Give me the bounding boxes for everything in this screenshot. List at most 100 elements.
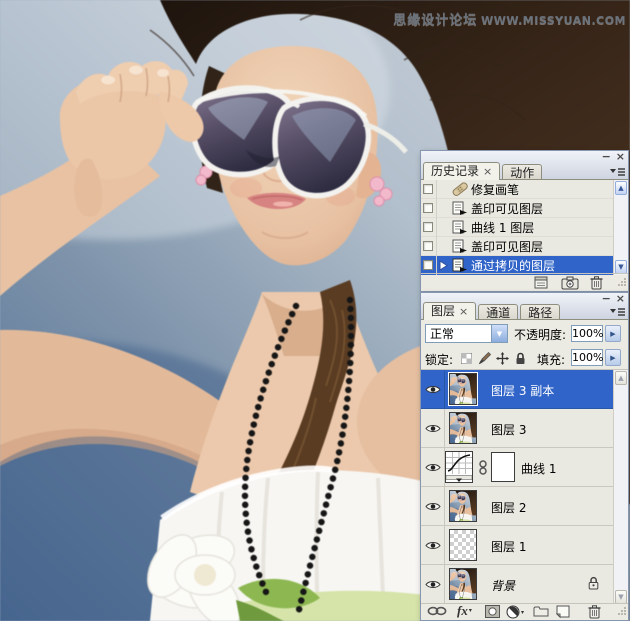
layer-state-icon bbox=[450, 201, 469, 215]
layers-toolbar: fx▾ ▾ bbox=[421, 603, 628, 620]
background-lock-icon bbox=[588, 576, 599, 593]
layer-state-icon bbox=[450, 239, 469, 253]
layer-row-background[interactable]: 背景 bbox=[421, 565, 615, 604]
visibility-eye-icon[interactable] bbox=[421, 487, 445, 525]
tab-actions[interactable]: 动作 bbox=[502, 164, 542, 180]
watermark-url: WWW.MISSYUAN.COM bbox=[481, 14, 626, 27]
layer-thumbnail[interactable] bbox=[449, 412, 477, 444]
panel-menu-icon[interactable] bbox=[608, 165, 626, 178]
fx-label: fx bbox=[457, 604, 468, 617]
layer-name: 曲线 1 bbox=[521, 460, 556, 477]
layer-row[interactable]: 图层 2 bbox=[421, 487, 615, 526]
tab-close-icon[interactable]: × bbox=[459, 305, 468, 318]
lock-position-move-icon[interactable] bbox=[495, 351, 509, 365]
history-row[interactable]: 修复画笔 bbox=[421, 180, 614, 199]
fill-slider-arrow-icon[interactable]: ▶ bbox=[605, 349, 621, 366]
history-panel: − × 历史记录 × 动作 bbox=[420, 150, 629, 292]
tab-history[interactable]: 历史记录 × bbox=[423, 162, 500, 180]
history-step-label: 修复画笔 bbox=[469, 181, 519, 198]
layers-panel-header: − × 图层× 通道 路径 bbox=[421, 293, 628, 320]
layers-scrollbar[interactable]: ▲ ▼ bbox=[613, 370, 628, 605]
layer-thumbnail-transparent[interactable] bbox=[449, 529, 477, 561]
current-state-pointer-icon[interactable] bbox=[437, 260, 450, 271]
fill-label: 填充: bbox=[537, 351, 565, 368]
layer-name: 图层 3 bbox=[491, 421, 526, 438]
layer-state-icon bbox=[450, 258, 469, 272]
opacity-field[interactable]: 100% bbox=[571, 325, 603, 342]
delete-state-trash-icon[interactable] bbox=[590, 276, 603, 290]
history-brush-source-checkbox[interactable] bbox=[421, 180, 437, 199]
lock-transparency-icon[interactable] bbox=[459, 351, 473, 365]
add-layer-mask-icon[interactable] bbox=[485, 605, 500, 618]
minimize-icon[interactable]: − bbox=[602, 152, 611, 161]
lock-all-padlock-icon[interactable] bbox=[513, 351, 527, 365]
fill-field[interactable]: 100% bbox=[571, 349, 603, 366]
adjust-more-icon: ▾ bbox=[521, 609, 524, 616]
link-layers-icon[interactable] bbox=[427, 605, 447, 617]
scroll-up-icon[interactable]: ▲ bbox=[615, 371, 627, 385]
tab-history-label: 历史记录 bbox=[431, 164, 479, 178]
curves-adjustment-icon[interactable] bbox=[445, 451, 473, 483]
delete-layer-trash-icon[interactable] bbox=[588, 605, 601, 619]
tab-paths-label: 路径 bbox=[528, 306, 552, 320]
visibility-eye-icon[interactable] bbox=[421, 565, 445, 603]
history-brush-source-checkbox[interactable] bbox=[421, 199, 437, 218]
watermark: 思缘设计论坛 WWW.MISSYUAN.COM bbox=[393, 9, 626, 28]
layer-mask-thumbnail[interactable] bbox=[491, 452, 515, 482]
mask-link-icon[interactable] bbox=[479, 460, 487, 478]
scroll-down-icon[interactable]: ▼ bbox=[615, 260, 627, 274]
new-snapshot-camera-icon[interactable] bbox=[561, 276, 579, 290]
history-step-label: 盖印可见图层 bbox=[469, 238, 543, 255]
visibility-eye-icon[interactable] bbox=[421, 409, 445, 447]
tab-layers[interactable]: 图层 × bbox=[423, 302, 476, 320]
close-icon[interactable]: × bbox=[616, 152, 625, 161]
tab-actions-label: 动作 bbox=[510, 166, 534, 180]
layer-thumbnail[interactable] bbox=[449, 490, 477, 522]
tab-layers-label: 图层 bbox=[431, 304, 455, 318]
tab-channels[interactable]: 通道 bbox=[478, 304, 518, 320]
history-row[interactable]: 盖印可见图层 bbox=[421, 199, 614, 218]
visibility-eye-icon[interactable] bbox=[421, 448, 445, 486]
visibility-eye-icon[interactable] bbox=[421, 370, 445, 408]
history-row[interactable]: 盖印可见图层 bbox=[421, 237, 614, 256]
new-adjustment-layer-icon[interactable]: ▾ bbox=[506, 605, 524, 619]
layer-row-selected[interactable]: 图层 3 副本 bbox=[421, 370, 615, 409]
layer-row[interactable]: 图层 3 bbox=[421, 409, 615, 448]
layers-controls: 正常 ▼ 不透明度: 100% ▶ 锁定: 填充 bbox=[421, 320, 628, 370]
opacity-label: 不透明度: bbox=[514, 326, 566, 343]
resize-grip-icon[interactable] bbox=[617, 276, 627, 290]
history-panel-header: − × 历史记录 × 动作 bbox=[421, 151, 628, 180]
layer-name: 背景 bbox=[491, 577, 515, 594]
tab-close-icon[interactable]: × bbox=[483, 165, 492, 178]
tab-paths[interactable]: 路径 bbox=[520, 304, 560, 320]
new-group-folder-icon[interactable] bbox=[533, 605, 549, 617]
visibility-eye-icon[interactable] bbox=[421, 526, 445, 564]
close-icon[interactable]: × bbox=[616, 294, 625, 303]
panel-menu-icon[interactable] bbox=[608, 305, 626, 318]
layer-row[interactable]: 图层 1 bbox=[421, 526, 615, 565]
layer-state-icon bbox=[450, 220, 469, 234]
new-layer-icon[interactable] bbox=[556, 605, 570, 618]
history-row[interactable]: 曲线 1 图层 bbox=[421, 218, 614, 237]
resize-grip-icon[interactable] bbox=[617, 605, 627, 619]
history-brush-source-checkbox[interactable] bbox=[421, 256, 437, 275]
layers-panel: − × 图层× 通道 路径 正常 ▼ bbox=[420, 292, 629, 621]
history-brush-source-checkbox[interactable] bbox=[421, 237, 437, 256]
layer-thumbnail[interactable] bbox=[449, 568, 477, 600]
blend-mode-select[interactable]: 正常 ▼ bbox=[425, 324, 508, 343]
history-list: 修复画笔 盖印可见图层 曲线 1 图层 bbox=[421, 180, 614, 275]
lock-paint-brush-icon[interactable] bbox=[477, 351, 491, 365]
history-scrollbar[interactable]: ▲ ▼ bbox=[613, 180, 628, 275]
opacity-slider-arrow-icon[interactable]: ▶ bbox=[605, 325, 621, 342]
history-brush-source-checkbox[interactable] bbox=[421, 218, 437, 237]
scroll-up-icon[interactable]: ▲ bbox=[615, 181, 627, 195]
layer-row-adjustment[interactable]: 曲线 1 bbox=[421, 448, 615, 487]
layer-style-fx-icon[interactable]: fx▾ bbox=[457, 604, 472, 617]
tab-channels-label: 通道 bbox=[486, 306, 510, 320]
layer-name: 图层 1 bbox=[491, 538, 526, 555]
new-document-from-state-icon[interactable] bbox=[533, 276, 549, 290]
watermark-site: 思缘设计论坛 bbox=[393, 13, 477, 28]
chevron-down-icon[interactable]: ▼ bbox=[491, 325, 507, 342]
scroll-down-icon[interactable]: ▼ bbox=[615, 590, 627, 604]
layer-thumbnail[interactable] bbox=[449, 373, 477, 405]
